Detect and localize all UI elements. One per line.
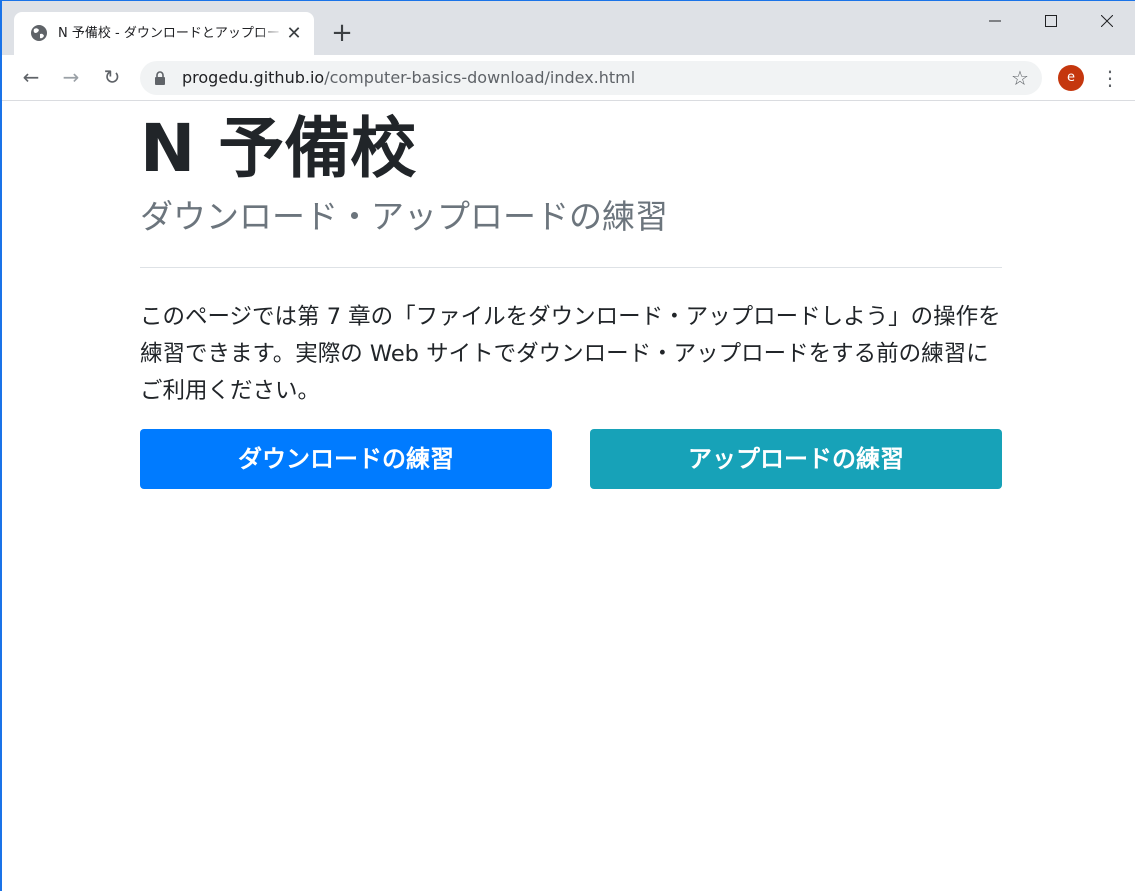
url-text: progedu.github.io/computer-basics-downlo… [182, 61, 635, 95]
profile-avatar[interactable]: e [1058, 65, 1084, 91]
browser-toolbar: ← → ↻ progedu.github.io/computer-basics-… [2, 55, 1135, 101]
reload-icon[interactable]: ↻ [98, 63, 126, 91]
browser-window: N 予備校 - ダウンロードとアップロードの練習 ✕ + ← → ↻ proge… [0, 0, 1135, 891]
tab-close-icon[interactable]: ✕ [284, 24, 304, 44]
page-title: N 予備校 [140, 110, 417, 187]
intro-text: このページでは第 7 章の「ファイルをダウンロード・アップロードしよう」の操作を… [140, 304, 1001, 404]
window-close-icon[interactable] [1084, 5, 1130, 35]
page-content: N 予備校 ダウンロード・アップロードの練習 このページでは第 7 章の「ファイ… [2, 101, 1135, 892]
url-path: /computer-basics-download/index.html [324, 68, 636, 87]
maximize-icon[interactable] [1028, 5, 1074, 35]
forward-arrow-icon[interactable]: → [57, 63, 85, 91]
bookmark-star-icon[interactable]: ☆ [1008, 66, 1032, 90]
back-arrow-icon[interactable]: ← [17, 63, 45, 91]
tab-title: N 予備校 - ダウンロードとアップロードの練習 [58, 26, 284, 41]
url-host: progedu.github.io [182, 68, 325, 87]
address-bar[interactable]: progedu.github.io/computer-basics-downlo… [140, 61, 1042, 95]
lock-icon [155, 71, 165, 85]
minimize-icon[interactable] [972, 5, 1018, 35]
divider [140, 267, 1002, 268]
tab-strip: N 予備校 - ダウンロードとアップロードの練習 ✕ + [2, 1, 1135, 55]
download-practice-button[interactable]: ダウンロードの練習 [140, 429, 552, 489]
new-tab-icon[interactable]: + [328, 19, 356, 47]
upload-practice-button[interactable]: アップロードの練習 [590, 429, 1002, 489]
page-subtitle: ダウンロード・アップロードの練習 [140, 197, 668, 236]
browser-tab[interactable]: N 予備校 - ダウンロードとアップロードの練習 ✕ [14, 12, 314, 55]
globe-icon [31, 25, 47, 41]
more-menu-icon[interactable]: ⋮ [1098, 64, 1122, 92]
